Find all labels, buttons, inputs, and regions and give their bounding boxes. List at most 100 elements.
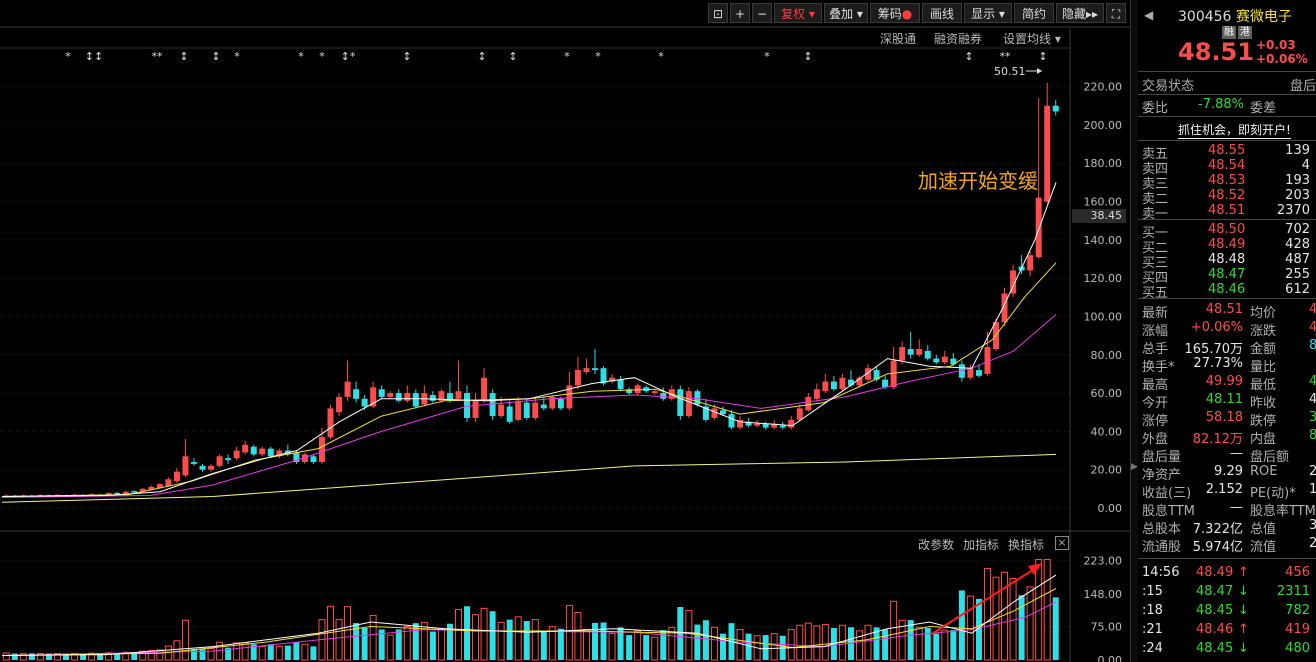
switch-indicator-button[interactable]: 换指标 [1008,536,1044,553]
volume-bar-down [882,629,889,660]
volume-bar-down [523,621,530,660]
candle-up [813,389,820,399]
bid-price: 48.46 [1208,282,1246,297]
ask-row: 卖一 48.51 2370 [1138,203,1316,222]
volume-bar-up [454,608,462,661]
open-account-link[interactable]: 抓住机会，即刻开户! [1178,121,1291,139]
tab-display[interactable]: 显示 ▾ [964,3,1012,23]
candle-up [208,465,215,470]
tick-volume: 480 [1285,641,1310,656]
candle-up [455,391,462,399]
stat-value-2: 4 [1309,302,1316,317]
event-marker-icon: ↕ [179,50,188,63]
stat-label: 涨幅 [1142,324,1169,339]
stat-label-2: 盘后额 [1250,450,1290,465]
stat-row: 股息TTM — 股息率TTM [1138,500,1316,519]
bid-volume: 255 [1285,267,1310,282]
ask-row: 卖五 48.55 139 [1138,143,1316,162]
candle-up [318,437,325,463]
hk-connect-link[interactable]: 深股通 [880,30,916,47]
stat-value-2: 355 [1309,518,1316,533]
stat-row: 涨幅 +0.06% 涨跌 4 [1138,320,1316,339]
collapse-arrow-icon[interactable]: ▶ [1131,462,1138,472]
candle-up [754,423,761,426]
candle-up [1027,255,1034,271]
tab-drawline[interactable]: 画线 [922,3,962,23]
stat-label: 外盘 [1142,432,1169,447]
zoom-out-icon[interactable]: − [752,3,772,23]
candle-down [199,465,206,470]
stock-header: 300456 赛微电子 [1178,6,1292,26]
bid-price: 48.47 [1208,267,1246,282]
add-indicator-button[interactable]: 加指标 [963,536,999,553]
hide-label: 隐藏 [1061,7,1086,21]
tick-row: :18 48.45 ↓ 782 [1138,603,1316,621]
candle-down [190,462,197,464]
candle-up [822,381,829,392]
candle-up [685,391,692,417]
kline-chart[interactable]: 220.00 200.00 180.00 160.00 140.00 120.00 100.… [0,0,1130,662]
volume-bar-down [395,629,402,660]
ma10-line [1,262,1057,497]
tab-overlay[interactable]: 叠加 ▾ [824,3,868,23]
candle-up [122,491,129,494]
candle-up [515,400,522,420]
lock-icon[interactable]: ⊡ [708,3,728,23]
close-icon[interactable]: × [1055,536,1069,550]
stat-label-2: PE(动)* [1250,486,1296,501]
tab-hide[interactable]: 隐藏▸▸ [1056,3,1104,23]
event-marker-icon: ** [1000,50,1012,63]
volume-bar-down [489,611,496,660]
candle-down [617,379,624,390]
tick-price: 48.47 [1196,584,1234,599]
stat-label-2: ROE [1250,464,1278,479]
event-marker-icon: * [65,50,71,63]
stat-value: 27.73% [1193,356,1243,371]
volume-bar-down [592,622,598,660]
ask-row: 卖二 48.52 203 [1138,188,1316,207]
event-marker-icon: ↕ [803,50,812,63]
tab-fuquan[interactable]: 复权 ▾ [774,3,822,23]
chart-area[interactable]: 220.00 200.00 180.00 160.00 140.00 120.00 100.… [0,0,1130,662]
chart-annotation: 加速开始变缓 [918,169,1038,193]
tick-volume: 2311 [1276,584,1310,599]
dot-icon: ● [901,7,913,21]
margin-trading-link[interactable]: 融资融券 [934,30,982,47]
edit-params-button[interactable]: 改参数 [918,536,954,553]
volume-axis-label: 0.00 [1098,654,1123,662]
overlay-label: 叠加 [829,7,854,21]
event-marker-icon: ↕ [211,50,220,63]
candle-down [557,398,564,409]
stat-value: 7.322亿 [1192,522,1243,537]
price-axis-label: 20.00 [1091,464,1123,477]
price-axis-label: 40.00 [1091,425,1123,438]
tab-chouma[interactable]: 筹码● [870,3,920,23]
candle-down [523,402,530,418]
candle-down [361,398,368,407]
volume-bar-up [864,624,872,661]
volume-bar-down [284,645,291,660]
peak-arrowhead-icon [1037,68,1042,74]
zoom-in-icon[interactable]: + [730,3,750,23]
bid-row: 买五 48.46 612 [1138,282,1316,301]
fullscreen-icon[interactable]: ⛶ [1106,3,1126,23]
prev-stock-icon[interactable]: ◀ [1144,8,1153,22]
stat-label: 总股本 [1142,522,1182,537]
volume-bar-up [173,640,181,661]
tab-simple[interactable]: 简约 [1014,3,1054,23]
stat-value-2: 3 [1309,410,1316,425]
tick-direction-icon: ↓ [1238,641,1249,656]
volume-bar-up [813,625,821,661]
volume-bar-up [181,619,189,661]
set-ma-link[interactable]: 设置均线 ▾ [1003,30,1061,47]
stat-label-2: 量比 [1250,360,1277,375]
candle-down [677,389,684,417]
stat-label: 总手 [1142,342,1169,357]
stat-label-2: 最低 [1250,378,1277,393]
candle-up [498,404,505,417]
price-axis-label: 120.00 [1084,272,1123,285]
event-marker-icon: * [319,50,325,63]
event-marker-icon: * [658,50,664,63]
candle-up [574,370,581,386]
volume-bar-down [199,648,206,660]
